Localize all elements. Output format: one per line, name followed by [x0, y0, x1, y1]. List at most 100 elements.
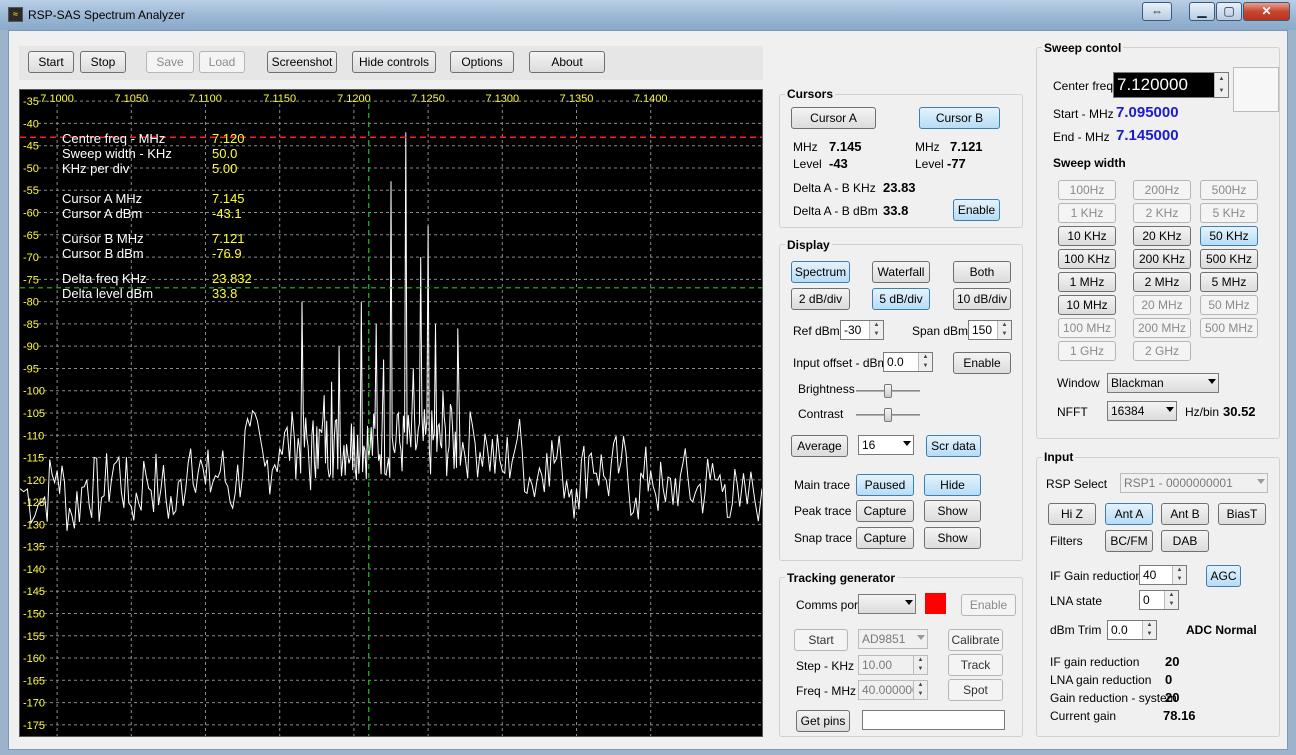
start-button[interactable]: Start	[28, 51, 74, 73]
tracking-start-button[interactable]: Start	[794, 629, 848, 651]
peak-show-button[interactable]: Show	[924, 500, 981, 522]
sweep-width-5khz-button[interactable]: 5 KHz	[1200, 203, 1258, 223]
brightness-slider[interactable]	[856, 384, 920, 398]
bcfm-filter-button[interactable]: BC/FM	[1105, 530, 1153, 552]
options-button[interactable]: Options	[450, 51, 514, 73]
hide-controls-button[interactable]: Hide controls	[352, 51, 436, 73]
nfft-select[interactable]: 16384	[1107, 401, 1177, 421]
hi-z-button[interactable]: Hi Z	[1048, 503, 1096, 525]
span-dbm-input[interactable]: 150 ▲ ▼	[968, 320, 1012, 340]
dab-filter-button[interactable]: DAB	[1161, 530, 1209, 552]
input-offset-spinner[interactable]: ▲ ▼	[918, 353, 932, 371]
contrast-slider-thumb[interactable]	[884, 408, 892, 422]
cursor-a-mhz-label: MHz	[793, 140, 818, 154]
sweep-width-50khz-button[interactable]: 50 KHz	[1200, 226, 1258, 246]
dbm-trim-input[interactable]: 0.0 ▲ ▼	[1107, 620, 1157, 640]
5db-div-button[interactable]: 5 dB/div	[872, 288, 930, 310]
scr-data-button[interactable]: Scr data	[926, 435, 981, 457]
comms-port-select[interactable]	[858, 594, 916, 614]
brightness-slider-thumb[interactable]	[884, 384, 892, 398]
about-button[interactable]: About	[529, 51, 605, 73]
sweep-width-10khz-button[interactable]: 10 KHz	[1058, 226, 1116, 246]
waterfall-button[interactable]: Waterfall	[872, 261, 930, 283]
filters-label: Filters	[1050, 534, 1083, 548]
snap-capture-button[interactable]: Capture	[856, 527, 914, 549]
average-button[interactable]: Average	[791, 435, 848, 457]
cursor-b-button[interactable]: Cursor B	[919, 107, 1000, 129]
sweep-width-5mhz-button[interactable]: 5 MHz	[1200, 272, 1258, 292]
10db-div-button[interactable]: 10 dB/div	[953, 288, 1011, 310]
close-icon[interactable]: ✕	[1243, 2, 1290, 21]
freq-input[interactable]: 40.000000 ▲ ▼	[858, 680, 928, 700]
sweep-width-2khz-button[interactable]: 2 KHz	[1133, 203, 1191, 223]
center-freq-spinner[interactable]: ▲ ▼	[1214, 73, 1228, 97]
ant-a-button[interactable]: Ant A	[1105, 503, 1153, 525]
sweep-width-20mhz-button[interactable]: 20 MHz	[1133, 295, 1191, 315]
sweep-width-500hz-button[interactable]: 500Hz	[1200, 180, 1258, 200]
input-offset-input[interactable]: 0.0 ▲ ▼	[883, 352, 933, 372]
sweep-width-200hz-button[interactable]: 200Hz	[1133, 180, 1191, 200]
spectrum-button[interactable]: Spectrum	[791, 261, 850, 283]
sweep-width-200mhz-button[interactable]: 200 MHz	[1133, 318, 1191, 338]
calibrate-button[interactable]: Calibrate	[948, 629, 1003, 651]
cursor-enable-button[interactable]: Enable	[953, 199, 1000, 221]
main-trace-paused-button[interactable]: Paused	[856, 474, 914, 496]
span-dbm-spinner[interactable]: ▲ ▼	[997, 321, 1011, 339]
if-gain-input[interactable]: 40 ▲ ▼	[1139, 565, 1187, 585]
track-button[interactable]: Track	[948, 654, 1003, 676]
agc-button[interactable]: AGC	[1206, 565, 1241, 587]
spectrum-plot[interactable]: 7.1000 7.1050 7.1100 7.1150 7.1200 7.1250 7.13…	[19, 89, 763, 737]
maximize-icon[interactable]: ▢	[1216, 2, 1242, 21]
title-bar[interactable]: ≈ RSP-SAS Spectrum Analyzer ⇔ ▁ ▢ ✕	[0, 0, 1296, 30]
2db-div-button[interactable]: 2 dB/div	[791, 288, 850, 310]
sweep-width-2mhz-button[interactable]: 2 MHz	[1133, 272, 1191, 292]
ref-dbm-spinner[interactable]: ▲ ▼	[869, 321, 883, 339]
dbm-trim-spinner[interactable]: ▲ ▼	[1142, 621, 1156, 639]
sweep-width-500khz-button[interactable]: 500 KHz	[1200, 249, 1258, 269]
screenshot-button[interactable]: Screenshot	[267, 51, 337, 73]
step-input[interactable]: 10.00 ▲ ▼	[858, 655, 928, 675]
sweep-width-50mhz-button[interactable]: 50 MHz	[1200, 295, 1258, 315]
chip-select[interactable]: AD9851	[858, 629, 928, 649]
sweep-width-100mhz-button[interactable]: 100 MHz	[1058, 318, 1116, 338]
rsp-select[interactable]: RSP1 - 0000000001	[1120, 473, 1268, 493]
load-button[interactable]: Load	[199, 51, 245, 73]
spot-button[interactable]: Spot	[948, 679, 1003, 701]
main-trace-hide-button[interactable]: Hide	[924, 474, 981, 496]
stop-button[interactable]: Stop	[80, 51, 126, 73]
lna-state-input[interactable]: 0 ▲ ▼	[1139, 590, 1179, 610]
sweep-width-1mhz-button[interactable]: 1 MHz	[1058, 272, 1116, 292]
lna-state-spinner[interactable]: ▲ ▼	[1164, 591, 1178, 609]
minimize-icon[interactable]: ▁	[1189, 2, 1215, 21]
pins-output[interactable]	[862, 710, 1005, 730]
sweep-width-1khz-button[interactable]: 1 KHz	[1058, 203, 1116, 223]
both-button[interactable]: Both	[953, 261, 1011, 283]
sweep-width-100khz-button[interactable]: 100 KHz	[1058, 249, 1116, 269]
sweep-width-500mhz-button[interactable]: 500 MHz	[1200, 318, 1258, 338]
get-pins-button[interactable]: Get pins	[796, 710, 850, 732]
step-spinner[interactable]: ▲ ▼	[913, 656, 927, 674]
save-button[interactable]: Save	[146, 51, 194, 73]
window-select[interactable]: Blackman	[1107, 373, 1219, 393]
if-gain-spinner[interactable]: ▲ ▼	[1172, 566, 1186, 584]
sweep-width-2ghz-button[interactable]: 2 GHz	[1133, 341, 1191, 361]
average-select[interactable]: 16	[858, 435, 914, 455]
center-freq-input[interactable]: 7.120000 ▲ ▼	[1113, 72, 1229, 98]
offset-enable-button[interactable]: Enable	[953, 352, 1011, 374]
ref-dbm-input[interactable]: -30 ▲ ▼	[840, 320, 884, 340]
stat-label: Gain reduction - system	[1050, 691, 1177, 705]
snap-show-button[interactable]: Show	[924, 527, 981, 549]
sweep-width-10mhz-button[interactable]: 10 MHz	[1058, 295, 1116, 315]
cursor-a-button[interactable]: Cursor A	[791, 107, 876, 129]
sweep-width-20khz-button[interactable]: 20 KHz	[1133, 226, 1191, 246]
sweep-width-100hz-button[interactable]: 100Hz	[1058, 180, 1116, 200]
peak-capture-button[interactable]: Capture	[856, 500, 914, 522]
sweep-width-1ghz-button[interactable]: 1 GHz	[1058, 341, 1116, 361]
freq-spinner[interactable]: ▲ ▼	[913, 681, 927, 699]
contrast-slider[interactable]	[856, 408, 920, 422]
tracking-enable-button[interactable]: Enable	[961, 594, 1016, 616]
sweep-width-200khz-button[interactable]: 200 KHz	[1133, 249, 1191, 269]
bias-t-button[interactable]: BiasT	[1218, 503, 1266, 525]
restore-icon[interactable]: ⇔	[1142, 2, 1172, 21]
ant-b-button[interactable]: Ant B	[1161, 503, 1209, 525]
